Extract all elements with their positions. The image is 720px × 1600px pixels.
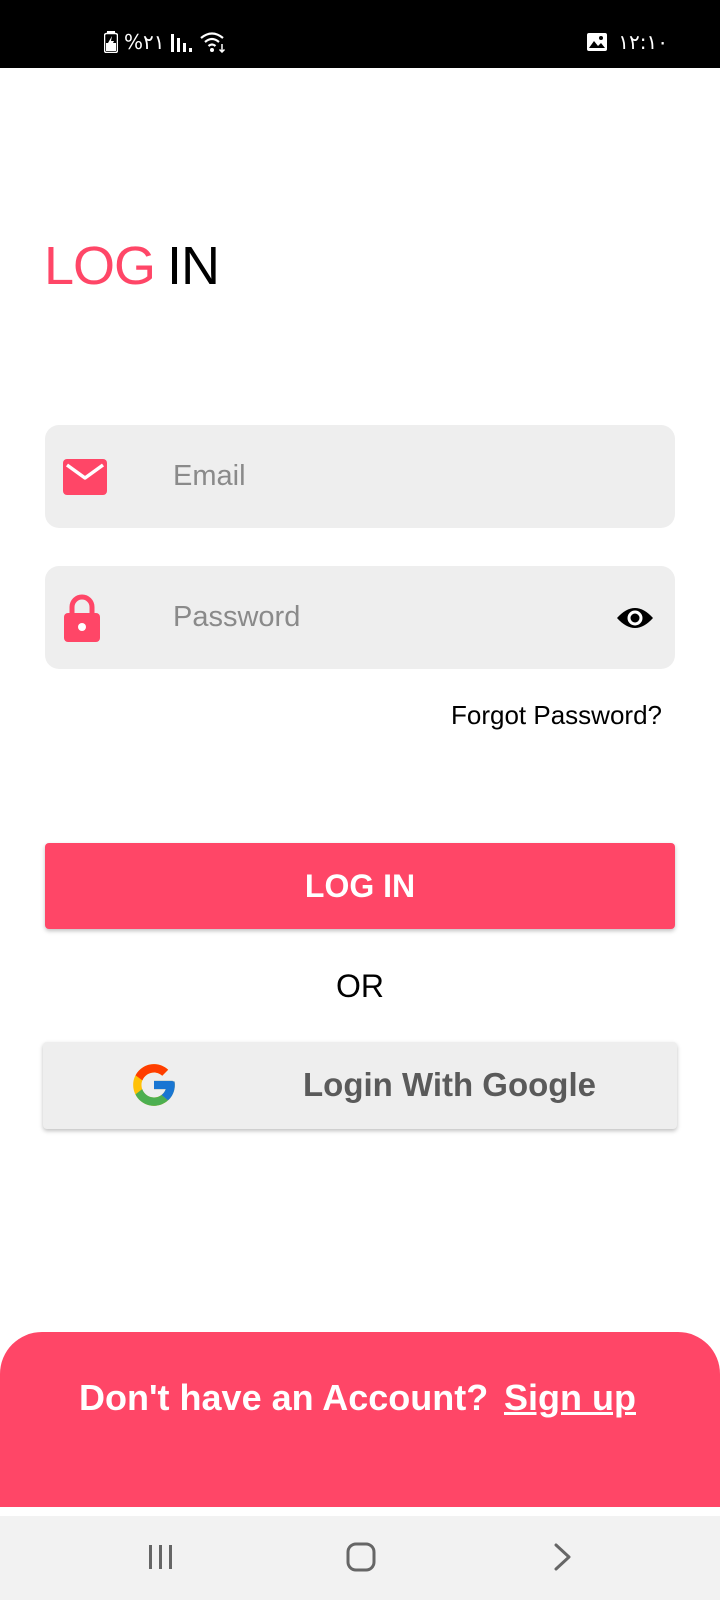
google-login-label: Login With Google: [303, 1066, 596, 1103]
signal-icon: [170, 32, 193, 52]
page-title: LOG IN: [44, 236, 220, 296]
gallery-icon: [586, 32, 608, 52]
email-input[interactable]: [173, 425, 595, 528]
login-button[interactable]: LOG IN: [45, 843, 675, 929]
system-nav-bar: [0, 1516, 720, 1600]
eye-icon[interactable]: [615, 604, 655, 632]
forgot-password-link[interactable]: Forgot Password?: [451, 700, 662, 731]
title-accent: LOG: [44, 236, 156, 296]
recents-icon[interactable]: [147, 1542, 175, 1572]
home-icon[interactable]: [346, 1542, 376, 1572]
lock-icon: [63, 594, 101, 642]
email-field-container: [45, 425, 675, 528]
clock: ۱۲:۱۰: [618, 30, 668, 54]
signup-prompt: Don't have an Account?: [79, 1377, 489, 1418]
status-left: %۲۱: [104, 30, 227, 54]
google-login-button[interactable]: Login With Google: [43, 1042, 677, 1129]
signup-link[interactable]: Sign up: [504, 1377, 636, 1419]
wifi-icon: [199, 31, 227, 53]
google-logo-icon: [129, 1060, 179, 1115]
battery-percent: %۲۱: [124, 30, 165, 54]
status-bar: %۲۱ ۱۲:۱۰: [0, 0, 720, 68]
password-input[interactable]: [173, 566, 595, 669]
password-field-container: [45, 566, 675, 669]
signup-panel: Don't have an Account? Sign up: [0, 1332, 720, 1507]
back-chevron-icon[interactable]: [551, 1542, 575, 1572]
status-right: ۱۲:۱۰: [586, 30, 668, 54]
or-divider-label: OR: [336, 968, 384, 1004]
title-plain: IN: [167, 236, 220, 296]
envelope-icon: [63, 458, 107, 495]
battery-charging-icon: [104, 31, 118, 53]
